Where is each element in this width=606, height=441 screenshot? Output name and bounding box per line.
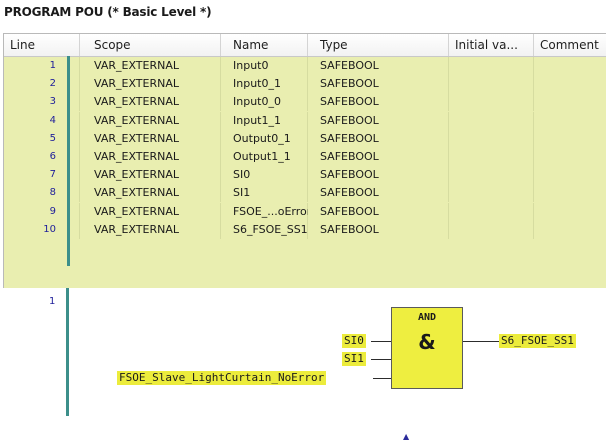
table-row[interactable]: 1 VAR_EXTERNAL Input0 SAFEBOOL [4, 57, 606, 75]
cell-type[interactable]: SAFEBOOL [308, 112, 449, 130]
cell-name[interactable]: FSOE_...oError [221, 203, 308, 221]
input-variable-si1[interactable]: SI1 [342, 352, 366, 366]
wire-output [463, 341, 499, 342]
column-separator [533, 148, 534, 166]
cell-scope[interactable]: VAR_EXTERNAL [80, 130, 221, 148]
cell-name[interactable]: Input1_1 [221, 112, 308, 130]
cell-name[interactable]: Input0 [221, 57, 308, 75]
cell-type[interactable]: SAFEBOOL [308, 93, 449, 111]
table-row[interactable]: 3 VAR_EXTERNAL Input0_0 SAFEBOOL [4, 93, 606, 112]
cell-type[interactable]: SAFEBOOL [308, 57, 449, 75]
table-row[interactable]: 2 VAR_EXTERNAL Input0_1 SAFEBOOL [4, 75, 606, 94]
cell-type[interactable]: SAFEBOOL [308, 130, 449, 148]
wire-si1 [371, 359, 391, 360]
cell-name[interactable]: SI0 [221, 166, 308, 184]
table-row[interactable]: 5 VAR_EXTERNAL Output0_1 SAFEBOOL [4, 129, 606, 148]
column-separator [533, 129, 534, 148]
column-separator [533, 93, 534, 112]
input-variable-si0[interactable]: SI0 [342, 334, 366, 348]
cell-type[interactable]: SAFEBOOL [308, 221, 449, 239]
col-header-name[interactable]: Name [221, 34, 308, 56]
column-separator [533, 202, 534, 221]
col-header-comment[interactable]: Comment [534, 34, 606, 56]
block-type-label: AND [417, 312, 437, 323]
cell-scope[interactable]: VAR_EXTERNAL [80, 203, 221, 221]
cell-name[interactable]: Output0_1 [221, 130, 308, 148]
cell-line: 9 [49, 205, 56, 217]
pou-title: PROGRAM POU (* Basic Level *) [4, 5, 212, 19]
wire-si0 [371, 341, 391, 342]
column-separator [533, 184, 534, 203]
cell-type[interactable]: SAFEBOOL [308, 75, 449, 93]
cell-type[interactable]: SAFEBOOL [308, 203, 449, 221]
table-row[interactable]: 8 VAR_EXTERNAL SI1 SAFEBOOL [4, 184, 606, 203]
fbd-editor[interactable]: 1 SI0 SI1 FSOE_Slave_LightCurtain_NoErro… [3, 288, 606, 437]
column-separator [533, 57, 534, 75]
cell-name[interactable]: S6_FSOE_SS1 [221, 221, 308, 239]
cell-type[interactable]: SAFEBOOL [308, 148, 449, 166]
cell-name[interactable]: Output1_1 [221, 148, 308, 166]
column-separator [533, 111, 534, 130]
cell-line: 3 [49, 96, 56, 108]
cell-name[interactable]: Input0_0 [221, 93, 308, 111]
cell-scope[interactable]: VAR_EXTERNAL [80, 93, 221, 111]
editor-line-bar [66, 288, 69, 416]
cell-scope[interactable]: VAR_EXTERNAL [80, 57, 221, 75]
table-header: Line Scope Name Type Initial va... Comme… [4, 34, 606, 57]
cell-line: 5 [49, 132, 56, 144]
col-header-initial-value[interactable]: Initial va... [449, 34, 534, 56]
table-row[interactable]: 4 VAR_EXTERNAL Input1_1 SAFEBOOL [4, 111, 606, 130]
cell-line: 1 [49, 60, 56, 71]
cell-line: 6 [49, 151, 56, 162]
table-row[interactable]: 10 VAR_EXTERNAL S6_FSOE_SS1 SAFEBOOL [4, 220, 606, 239]
col-header-line[interactable]: Line [4, 34, 80, 56]
cell-scope[interactable]: VAR_EXTERNAL [80, 148, 221, 166]
editor-line-number: 1 [49, 296, 56, 307]
col-header-type[interactable]: Type [308, 34, 449, 56]
cell-name[interactable]: Input0_1 [221, 75, 308, 93]
table-row[interactable]: 9 VAR_EXTERNAL FSOE_...oError SAFEBOOL [4, 202, 606, 221]
and-function-block[interactable]: AND & [391, 307, 463, 389]
cell-line: 7 [49, 169, 56, 181]
cell-scope[interactable]: VAR_EXTERNAL [80, 184, 221, 202]
input-variable-fsoe-noerror[interactable]: FSOE_Slave_LightCurtain_NoError [117, 371, 327, 385]
block-symbol: & [418, 330, 436, 354]
table-row[interactable]: 6 VAR_EXTERNAL Output1_1 SAFEBOOL [4, 148, 606, 166]
col-header-scope[interactable]: Scope [80, 34, 221, 56]
cell-name[interactable]: SI1 [221, 184, 308, 202]
cell-scope[interactable]: VAR_EXTERNAL [80, 166, 221, 184]
output-variable[interactable]: S6_FSOE_SS1 [499, 334, 576, 348]
table-row[interactable]: 7 VAR_EXTERNAL SI0 SAFEBOOL [4, 166, 606, 185]
cell-scope[interactable]: VAR_EXTERNAL [80, 112, 221, 130]
cell-line: 8 [49, 187, 56, 199]
column-separator [533, 220, 534, 239]
column-separator [533, 166, 534, 185]
cell-scope[interactable]: VAR_EXTERNAL [80, 75, 221, 93]
column-separator [533, 75, 534, 94]
variable-table: Line Scope Name Type Initial va... Comme… [3, 33, 606, 289]
cell-type[interactable]: SAFEBOOL [308, 184, 449, 202]
cell-line: 4 [49, 114, 56, 126]
wire-fsoe-noerror [373, 378, 391, 379]
cell-type[interactable]: SAFEBOOL [308, 166, 449, 184]
cell-scope[interactable]: VAR_EXTERNAL [80, 221, 221, 239]
cell-line: 10 [43, 223, 56, 235]
cell-line: 2 [49, 78, 56, 90]
